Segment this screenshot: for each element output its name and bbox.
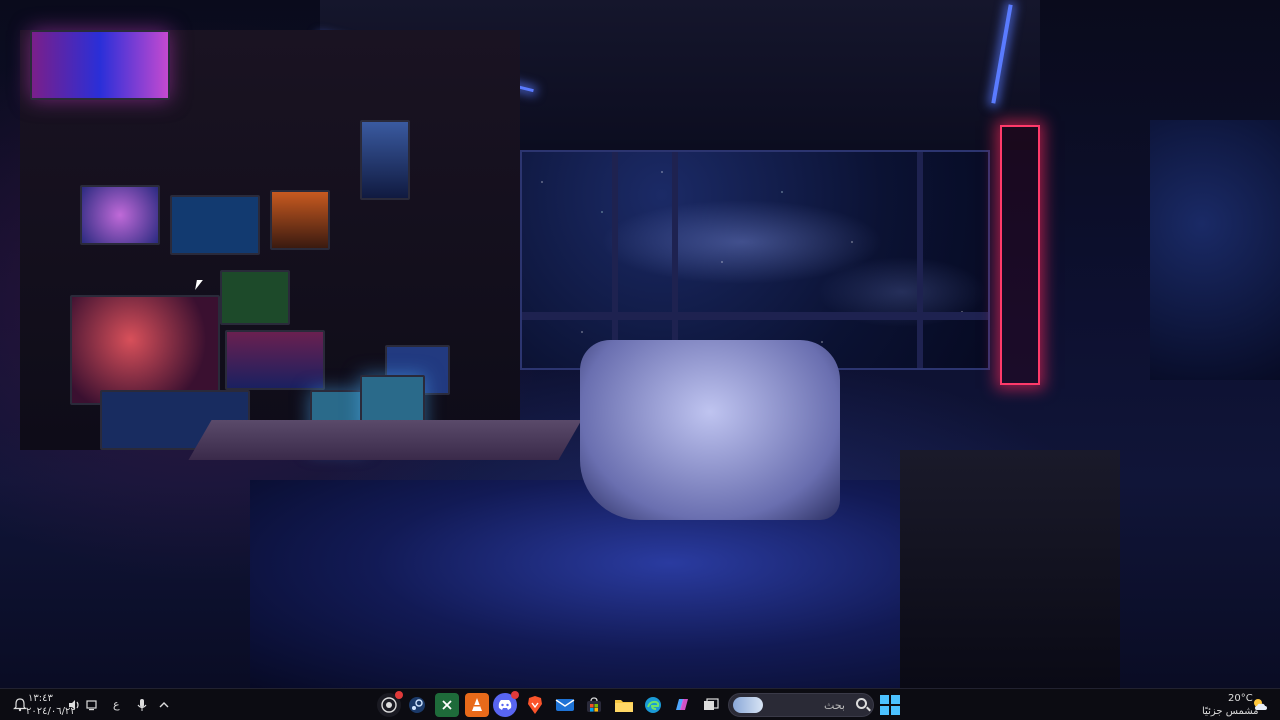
window-frame: [672, 152, 678, 368]
taskbar: ١٣:٤٣ ٢٠٢٤/٠٦/٢٢ ع بحث 20°C مشمس جزئيًا: [0, 688, 1280, 720]
wall-screen: [80, 185, 160, 245]
microphone-icon[interactable]: [130, 693, 154, 717]
monitor-wall: [20, 30, 520, 450]
edge-browser-icon[interactable]: [641, 693, 665, 717]
search-input[interactable]: بحث: [728, 693, 874, 717]
window-frame: [917, 152, 923, 368]
windows-logo-icon[interactable]: [878, 693, 902, 717]
discord-icon[interactable]: [493, 691, 519, 717]
wall-screen: [270, 190, 330, 250]
bed: [580, 340, 840, 520]
weather-condition[interactable]: مشمس جزئيًا: [1202, 706, 1259, 717]
wall-screen: [220, 270, 290, 325]
neon-sign: [1000, 125, 1040, 385]
wall-screen: [225, 330, 325, 390]
clock-time[interactable]: ١٣:٤٣: [28, 693, 53, 704]
space-window: [520, 150, 990, 370]
side-space-window: [1150, 120, 1280, 380]
vlc-cone-icon[interactable]: [465, 693, 489, 717]
window-frame: [612, 152, 618, 368]
floor: [250, 480, 950, 688]
steam-icon[interactable]: [405, 693, 429, 717]
copilot-icon[interactable]: [670, 693, 694, 717]
weather-temperature[interactable]: 20°C: [1228, 693, 1253, 704]
planet-screen: [70, 295, 220, 405]
store-icon[interactable]: [582, 693, 606, 717]
record-icon[interactable]: [377, 691, 403, 717]
excel-icon[interactable]: [435, 693, 459, 717]
wall-screen: [30, 30, 170, 100]
search-icon: [856, 698, 867, 709]
mail-icon[interactable]: [553, 693, 577, 717]
search-highlight-thumbnail: [733, 697, 763, 713]
desk: [188, 420, 582, 460]
show-hidden-icons-chevron-icon[interactable]: [152, 693, 176, 717]
folder-icon[interactable]: [612, 693, 636, 717]
notification-badge: [395, 691, 403, 699]
brave-browser-icon[interactable]: [523, 693, 547, 717]
window-frame: [522, 312, 988, 320]
wall-screen: [170, 195, 260, 255]
search-placeholder: بحث: [824, 698, 845, 712]
network-icon[interactable]: [80, 693, 104, 717]
equipment-rack: [900, 450, 1120, 688]
input-language[interactable]: ع: [113, 698, 120, 711]
notification-badge: [511, 691, 519, 699]
wall-screen: [360, 120, 410, 200]
task-view-icon[interactable]: [699, 693, 723, 717]
desktop-wallpaper: [0, 0, 1280, 688]
